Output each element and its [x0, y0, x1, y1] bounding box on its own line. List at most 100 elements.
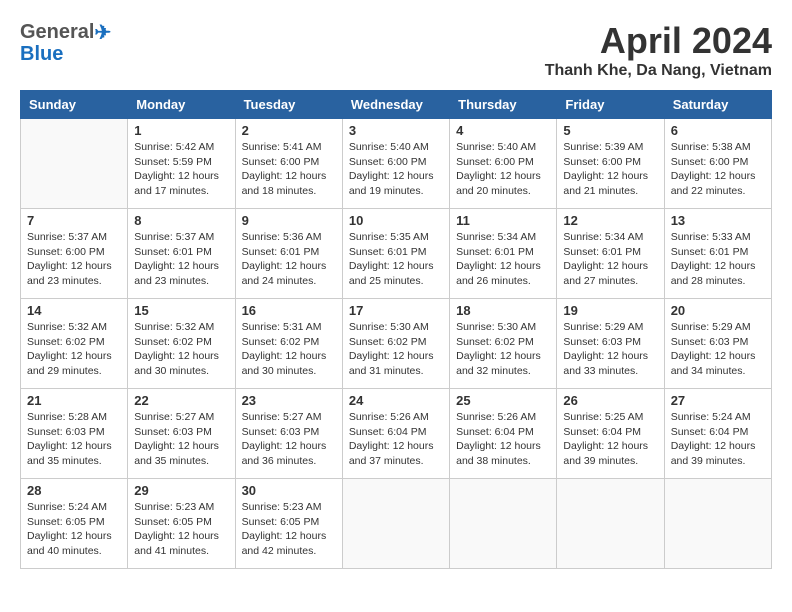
day-number: 28: [27, 483, 121, 498]
day-info: Sunrise: 5:36 AM Sunset: 6:01 PM Dayligh…: [242, 230, 336, 289]
calendar-cell: 5 Sunrise: 5:39 AM Sunset: 6:00 PM Daylig…: [557, 119, 664, 209]
day-number: 3: [349, 123, 443, 138]
day-info: Sunrise: 5:41 AM Sunset: 6:00 PM Dayligh…: [242, 140, 336, 199]
location-text: Thanh Khe, Da Nang, Vietnam: [545, 62, 772, 80]
calendar-cell: 2 Sunrise: 5:41 AM Sunset: 6:00 PM Daylig…: [235, 119, 342, 209]
calendar-cell: [450, 479, 557, 569]
day-number: 23: [242, 393, 336, 408]
day-info: Sunrise: 5:28 AM Sunset: 6:03 PM Dayligh…: [27, 410, 121, 469]
calendar-cell: [664, 479, 771, 569]
day-info: Sunrise: 5:32 AM Sunset: 6:02 PM Dayligh…: [27, 320, 121, 379]
day-number: 18: [456, 303, 550, 318]
day-number: 17: [349, 303, 443, 318]
calendar-cell: 30Sunrise: 5:23 AM Sunset: 6:05 PM Dayli…: [235, 479, 342, 569]
calendar-week-3: 14 Sunrise: 5:32 AM Sunset: 6:02 PM Dayli…: [21, 299, 772, 389]
logo: General ✈ Blue: [20, 20, 111, 66]
day-info: Sunrise: 5:24 AM Sunset: 6:05 PM Dayligh…: [27, 500, 121, 559]
calendar-cell: 6Sunrise: 5:38 AM Sunset: 6:00 PM Daylig…: [664, 119, 771, 209]
day-number: 14: [27, 303, 121, 318]
page-header: General ✈ Blue April 2024 Thanh Khe, Da …: [20, 20, 772, 80]
calendar-cell: 29 Sunrise: 5:23 AM Sunset: 6:05 PM Dayli…: [128, 479, 235, 569]
day-number: 6: [671, 123, 765, 138]
calendar-cell: [342, 479, 449, 569]
day-info: Sunrise: 5:35 AM Sunset: 6:01 PM Dayligh…: [349, 230, 443, 289]
day-info: Sunrise: 5:34 AM Sunset: 6:01 PM Dayligh…: [563, 230, 657, 289]
calendar-cell: [21, 119, 128, 209]
calendar-cell: 19Sunrise: 5:29 AM Sunset: 6:03 PM Dayli…: [557, 299, 664, 389]
calendar-header-thursday: Thursday: [450, 91, 557, 119]
day-number: 8: [134, 213, 228, 228]
calendar-week-5: 28 Sunrise: 5:24 AM Sunset: 6:05 PM Dayli…: [21, 479, 772, 569]
calendar-cell: 17 Sunrise: 5:30 AM Sunset: 6:02 PM Dayli…: [342, 299, 449, 389]
calendar-cell: 8 Sunrise: 5:37 AM Sunset: 6:01 PM Daylig…: [128, 209, 235, 299]
day-info: Sunrise: 5:40 AM Sunset: 6:00 PM Dayligh…: [456, 140, 550, 199]
day-number: 9: [242, 213, 336, 228]
day-info: Sunrise: 5:26 AM Sunset: 6:04 PM Dayligh…: [349, 410, 443, 469]
calendar-header-sunday: Sunday: [21, 91, 128, 119]
calendar-cell: 11 Sunrise: 5:34 AM Sunset: 6:01 PM Dayli…: [450, 209, 557, 299]
calendar-cell: 4 Sunrise: 5:40 AM Sunset: 6:00 PM Daylig…: [450, 119, 557, 209]
calendar-cell: 26Sunrise: 5:25 AM Sunset: 6:04 PM Dayli…: [557, 389, 664, 479]
day-info: Sunrise: 5:31 AM Sunset: 6:02 PM Dayligh…: [242, 320, 336, 379]
day-number: 13: [671, 213, 765, 228]
calendar-cell: 1Sunrise: 5:42 AM Sunset: 5:59 PM Daylig…: [128, 119, 235, 209]
day-number: 10: [349, 213, 443, 228]
calendar-cell: 3 Sunrise: 5:40 AM Sunset: 6:00 PM Daylig…: [342, 119, 449, 209]
day-number: 4: [456, 123, 550, 138]
calendar-cell: 28 Sunrise: 5:24 AM Sunset: 6:05 PM Dayli…: [21, 479, 128, 569]
calendar-header-row: SundayMondayTuesdayWednesdayThursdayFrid…: [21, 91, 772, 119]
day-info: Sunrise: 5:42 AM Sunset: 5:59 PM Dayligh…: [134, 140, 228, 199]
calendar-cell: 25 Sunrise: 5:26 AM Sunset: 6:04 PM Dayli…: [450, 389, 557, 479]
day-info: Sunrise: 5:37 AM Sunset: 6:01 PM Dayligh…: [134, 230, 228, 289]
day-number: 2: [242, 123, 336, 138]
day-info: Sunrise: 5:39 AM Sunset: 6:00 PM Dayligh…: [563, 140, 657, 199]
calendar-header-monday: Monday: [128, 91, 235, 119]
day-info: Sunrise: 5:30 AM Sunset: 6:02 PM Dayligh…: [349, 320, 443, 379]
calendar-cell: 21 Sunrise: 5:28 AM Sunset: 6:03 PM Dayli…: [21, 389, 128, 479]
day-info: Sunrise: 5:40 AM Sunset: 6:00 PM Dayligh…: [349, 140, 443, 199]
day-info: Sunrise: 5:34 AM Sunset: 6:01 PM Dayligh…: [456, 230, 550, 289]
day-number: 16: [242, 303, 336, 318]
day-info: Sunrise: 5:25 AM Sunset: 6:04 PM Dayligh…: [563, 410, 657, 469]
day-number: 29: [134, 483, 228, 498]
day-number: 15: [134, 303, 228, 318]
day-number: 11: [456, 213, 550, 228]
day-number: 20: [671, 303, 765, 318]
logo-blue-text: Blue: [20, 43, 63, 66]
day-info: Sunrise: 5:33 AM Sunset: 6:01 PM Dayligh…: [671, 230, 765, 289]
calendar-cell: [557, 479, 664, 569]
day-info: Sunrise: 5:24 AM Sunset: 6:04 PM Dayligh…: [671, 410, 765, 469]
day-number: 7: [27, 213, 121, 228]
day-info: Sunrise: 5:27 AM Sunset: 6:03 PM Dayligh…: [242, 410, 336, 469]
day-number: 22: [134, 393, 228, 408]
calendar-cell: 16 Sunrise: 5:31 AM Sunset: 6:02 PM Dayli…: [235, 299, 342, 389]
day-number: 19: [563, 303, 657, 318]
day-number: 5: [563, 123, 657, 138]
calendar-week-4: 21 Sunrise: 5:28 AM Sunset: 6:03 PM Dayli…: [21, 389, 772, 479]
calendar-cell: 12Sunrise: 5:34 AM Sunset: 6:01 PM Dayli…: [557, 209, 664, 299]
day-info: Sunrise: 5:23 AM Sunset: 6:05 PM Dayligh…: [134, 500, 228, 559]
calendar-cell: 27Sunrise: 5:24 AM Sunset: 6:04 PM Dayli…: [664, 389, 771, 479]
logo-general-text: General: [20, 21, 94, 44]
calendar-cell: 7Sunrise: 5:37 AM Sunset: 6:00 PM Daylig…: [21, 209, 128, 299]
calendar-cell: 23 Sunrise: 5:27 AM Sunset: 6:03 PM Dayli…: [235, 389, 342, 479]
day-info: Sunrise: 5:32 AM Sunset: 6:02 PM Dayligh…: [134, 320, 228, 379]
calendar-header-wednesday: Wednesday: [342, 91, 449, 119]
calendar-cell: 24 Sunrise: 5:26 AM Sunset: 6:04 PM Dayli…: [342, 389, 449, 479]
day-number: 21: [27, 393, 121, 408]
day-number: 30: [242, 483, 336, 498]
calendar-week-1: 1Sunrise: 5:42 AM Sunset: 5:59 PM Daylig…: [21, 119, 772, 209]
calendar-table: SundayMondayTuesdayWednesdayThursdayFrid…: [20, 90, 772, 569]
day-info: Sunrise: 5:30 AM Sunset: 6:02 PM Dayligh…: [456, 320, 550, 379]
day-info: Sunrise: 5:27 AM Sunset: 6:03 PM Dayligh…: [134, 410, 228, 469]
calendar-cell: 20Sunrise: 5:29 AM Sunset: 6:03 PM Dayli…: [664, 299, 771, 389]
month-title: April 2024: [545, 20, 772, 62]
calendar-week-2: 7Sunrise: 5:37 AM Sunset: 6:00 PM Daylig…: [21, 209, 772, 299]
calendar-cell: 13 Sunrise: 5:33 AM Sunset: 6:01 PM Dayli…: [664, 209, 771, 299]
logo-bird-icon: ✈: [94, 20, 111, 45]
calendar-cell: 22 Sunrise: 5:27 AM Sunset: 6:03 PM Dayli…: [128, 389, 235, 479]
day-number: 24: [349, 393, 443, 408]
calendar-header-tuesday: Tuesday: [235, 91, 342, 119]
day-number: 25: [456, 393, 550, 408]
day-info: Sunrise: 5:26 AM Sunset: 6:04 PM Dayligh…: [456, 410, 550, 469]
